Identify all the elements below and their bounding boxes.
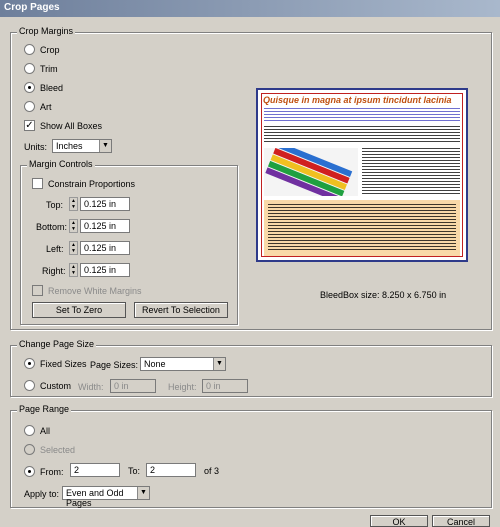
to-label-text: To: <box>128 466 141 476</box>
radio-bleed-label: Bleed <box>40 82 64 93</box>
radio-art-indicator[interactable] <box>24 101 35 112</box>
page-count-label: of 3 <box>204 466 219 476</box>
width-label: Width: <box>78 382 104 392</box>
units-select-value: Inches <box>56 141 83 151</box>
chevron-down-icon[interactable]: ▼ <box>213 358 225 370</box>
radio-trim-indicator[interactable] <box>24 63 35 74</box>
top-label-text: Top: <box>46 200 64 210</box>
top-label: Top: <box>46 200 63 210</box>
cancel-button[interactable]: Cancel <box>432 515 490 527</box>
radio-art-label: Art <box>40 101 52 112</box>
page-sizes-select[interactable]: None ▼ <box>140 357 226 371</box>
units-select[interactable]: Inches ▼ <box>52 139 112 153</box>
radio-bleed-indicator[interactable] <box>24 82 35 93</box>
bottom-label: Bottom: <box>36 222 67 232</box>
page-sizes-select-value: None <box>144 359 166 369</box>
margin-controls-legend: Margin Controls <box>27 159 95 169</box>
selected-label: Selected <box>40 444 76 455</box>
apply-to-label-text: Apply to: <box>24 489 60 499</box>
page-sizes-label-text: Page Sizes: <box>90 360 139 370</box>
radio-from-indicator[interactable] <box>24 466 35 477</box>
radio-crop-label: Crop <box>40 44 60 55</box>
show-all-boxes-check-icon[interactable]: ✓ <box>24 120 35 131</box>
remove-white-check-icon[interactable] <box>32 285 43 296</box>
custom-label: Custom <box>40 380 72 391</box>
constrain-label: Constrain Proportions <box>48 178 136 189</box>
radio-selected[interactable]: Selected <box>24 444 75 455</box>
preview-heading: Quisque in magna at ipsum tincidunt laci… <box>263 95 452 105</box>
crop-margins-legend: Crop Margins <box>17 26 76 36</box>
top-input[interactable]: 0.125 in <box>80 197 130 211</box>
change-page-size-legend: Change Page Size <box>17 339 97 349</box>
radio-crop[interactable]: Crop <box>24 44 60 55</box>
left-input[interactable]: 0.125 in <box>80 241 130 255</box>
radio-all[interactable]: All <box>24 425 50 436</box>
units-label-text: Units: <box>24 142 48 152</box>
top-stepper[interactable]: ▲ ▼ <box>69 197 78 211</box>
page-count-text: of 3 <box>204 466 220 476</box>
constrain-check-icon[interactable] <box>32 178 43 189</box>
revert-to-selection-button[interactable]: Revert To Selection <box>134 302 228 318</box>
radio-from[interactable]: From: <box>24 466 64 477</box>
fixed-sizes-label: Fixed Sizes <box>40 358 87 369</box>
preview-box-text <box>268 204 456 252</box>
constrain-proportions-checkbox[interactable]: Constrain Proportions <box>32 178 135 189</box>
to-input[interactable]: 2 <box>146 463 196 477</box>
bleedbox-size-text: BleedBox size: 8.250 x 6.750 in <box>320 290 447 300</box>
pencils-image <box>264 148 358 196</box>
preview-text-block <box>264 126 460 144</box>
radio-art[interactable]: Art <box>24 101 52 112</box>
bleedbox-size-label: BleedBox size: 8.250 x 6.750 in <box>320 290 446 300</box>
all-label: All <box>40 425 51 436</box>
apply-to-label: Apply to: <box>24 489 59 499</box>
radio-bleed[interactable]: Bleed <box>24 82 63 93</box>
show-all-boxes-checkbox[interactable]: ✓ Show All Boxes <box>24 120 102 131</box>
radio-fixed-sizes[interactable]: Fixed Sizes <box>24 358 87 369</box>
remove-white-margins-checkbox[interactable]: Remove White Margins <box>32 285 142 296</box>
page-sizes-label: Page Sizes: <box>90 360 138 370</box>
right-label: Right: <box>42 266 66 276</box>
height-label: Height: <box>168 382 197 392</box>
height-label-text: Height: <box>168 382 197 392</box>
chevron-down-icon[interactable]: ▼ <box>137 487 149 499</box>
page-range-legend: Page Range <box>17 404 72 414</box>
radio-trim[interactable]: Trim <box>24 63 58 74</box>
radio-trim-label: Trim <box>40 63 58 74</box>
preview-text-column-right <box>362 148 460 196</box>
left-label: Left: <box>46 244 64 254</box>
radio-crop-indicator[interactable] <box>24 44 35 55</box>
set-to-zero-button[interactable]: Set To Zero <box>32 302 126 318</box>
right-stepper[interactable]: ▲ ▼ <box>69 263 78 277</box>
preview-text-intro <box>264 108 460 122</box>
left-stepper[interactable]: ▲ ▼ <box>69 241 78 255</box>
width-label-text: Width: <box>78 382 104 392</box>
show-all-boxes-label: Show All Boxes <box>40 120 103 131</box>
height-input[interactable]: 0 in <box>202 379 248 393</box>
right-input[interactable]: 0.125 in <box>80 263 130 277</box>
units-label: Units: <box>24 142 47 152</box>
to-label: To: <box>128 466 140 476</box>
radio-all-indicator[interactable] <box>24 425 35 436</box>
from-label: From: <box>40 466 64 477</box>
apply-to-select[interactable]: Even and Odd Pages ▼ <box>62 486 150 508</box>
left-label-text: Left: <box>46 244 64 254</box>
chevron-down-icon[interactable]: ▼ <box>99 140 111 152</box>
width-input[interactable]: 0 in <box>110 379 156 393</box>
from-input[interactable]: 2 <box>70 463 120 477</box>
radio-custom-indicator[interactable] <box>24 380 35 391</box>
remove-white-label: Remove White Margins <box>48 285 142 296</box>
ok-button[interactable]: OK <box>370 515 428 527</box>
bottom-input[interactable]: 0.125 in <box>80 219 130 233</box>
dialog-title: Crop Pages <box>0 0 500 17</box>
radio-custom[interactable]: Custom <box>24 380 71 391</box>
radio-selected-indicator[interactable] <box>24 444 35 455</box>
radio-fixed-sizes-indicator[interactable] <box>24 358 35 369</box>
right-label-text: Right: <box>42 266 66 276</box>
bottom-stepper[interactable]: ▲ ▼ <box>69 219 78 233</box>
bottom-label-text: Bottom: <box>36 222 68 232</box>
page-preview: Quisque in magna at ipsum tincidunt laci… <box>256 88 468 262</box>
